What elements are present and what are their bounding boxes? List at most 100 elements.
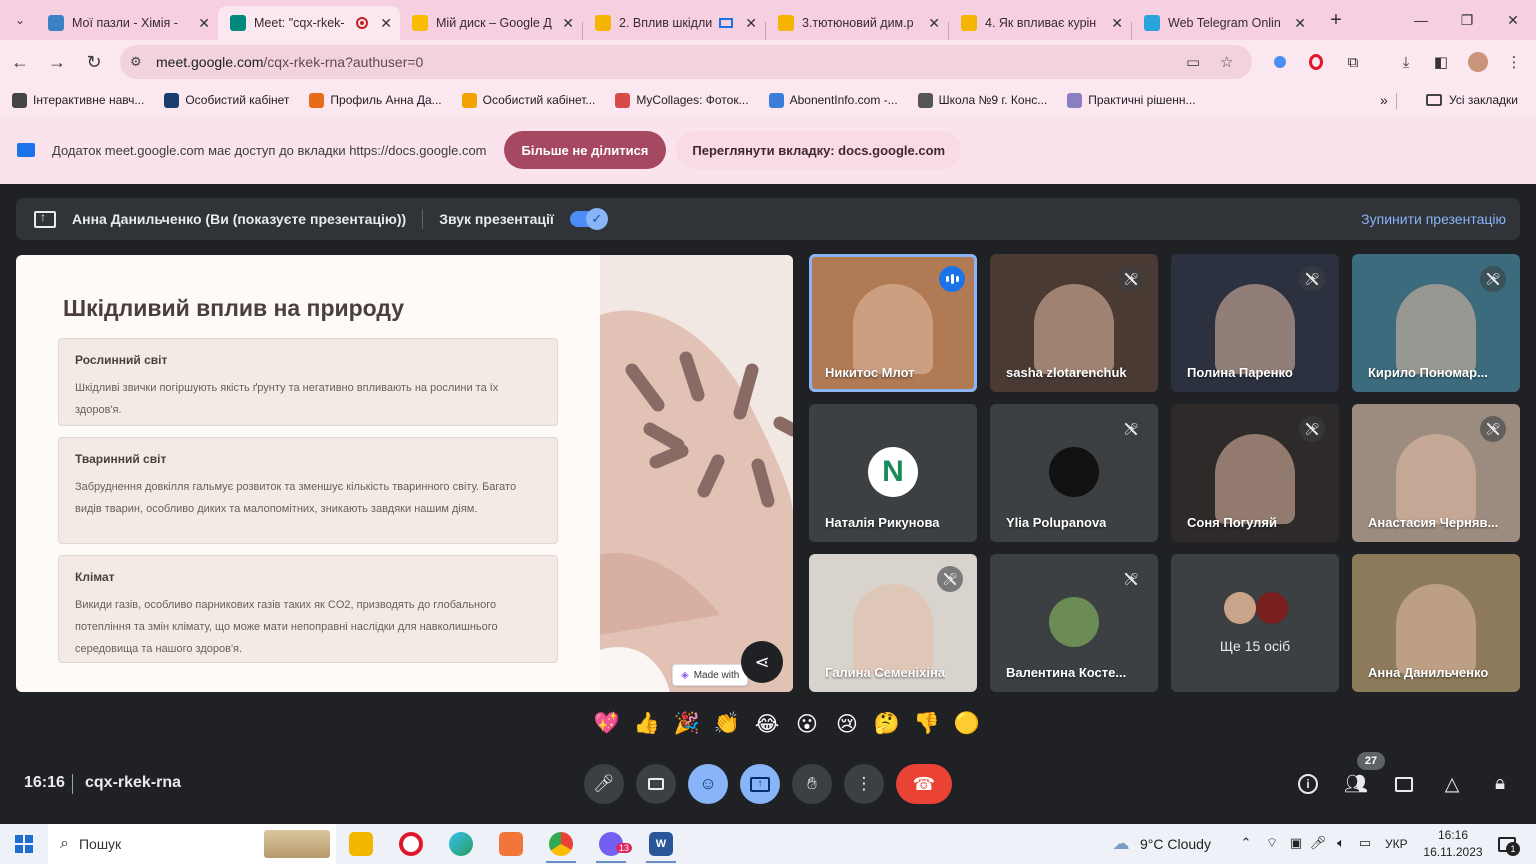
bookmark-star-icon[interactable]: ☆ bbox=[1220, 53, 1233, 71]
chat-button[interactable] bbox=[1391, 771, 1417, 797]
reaction-emoji[interactable]: 🎉 bbox=[667, 712, 707, 736]
reaction-emoji[interactable]: 😮 bbox=[787, 712, 827, 737]
participant-tile[interactable]: 🎤︎ Валентина Косте... bbox=[990, 554, 1158, 692]
notification-center-icon[interactable]: 1 bbox=[1494, 832, 1520, 856]
weather-text[interactable]: 9°C Cloudy bbox=[1140, 836, 1211, 852]
participant-tile[interactable]: N Наталія Рикунова bbox=[809, 404, 977, 542]
presentation-audio-toggle[interactable]: ✓ bbox=[569, 208, 608, 230]
browser-tab[interactable]: 3.тютюновий дим.р ✕ bbox=[766, 6, 948, 40]
opera-extension-icon[interactable] bbox=[1306, 52, 1326, 72]
stop-presenting-button[interactable]: Зупинити презентацію bbox=[1361, 211, 1506, 227]
bookmark-item[interactable]: MyCollages: Фоток... bbox=[615, 92, 749, 108]
participant-tile[interactable]: 🎤︎ Соня Погуляй bbox=[1171, 404, 1339, 542]
camera-in-use-icon[interactable]: ▭ bbox=[1186, 53, 1200, 71]
close-tab-icon[interactable]: ✕ bbox=[380, 15, 392, 32]
close-tab-icon[interactable]: ✕ bbox=[562, 15, 574, 32]
address-bar[interactable]: ⚙ meet.google.com/cqx-rkek-rna?authuser=… bbox=[120, 45, 1252, 79]
browser-tab[interactable]: Мої пазли - Хімія - ✕ bbox=[36, 6, 218, 40]
taskbar-word[interactable]: W bbox=[636, 824, 686, 864]
taskbar-opera[interactable] bbox=[386, 824, 436, 864]
taskbar-edge[interactable] bbox=[436, 824, 486, 864]
reaction-emoji[interactable]: 😢 bbox=[827, 712, 867, 737]
microphone-tray-icon[interactable]: 🎤︎ bbox=[1308, 833, 1328, 853]
all-bookmarks-folder[interactable]: Усі закладки bbox=[1426, 93, 1518, 107]
more-options-button[interactable]: ⋮ bbox=[844, 764, 884, 804]
made-with-badge[interactable]: ◈ Made with bbox=[672, 664, 749, 686]
browser-tab[interactable]: 4. Як впливає курін ✕ bbox=[949, 6, 1131, 40]
bookmark-item[interactable]: Особистий кабінет... bbox=[461, 92, 595, 108]
profile-avatar[interactable] bbox=[1468, 52, 1488, 72]
participant-tile[interactable]: Анна Данильченко bbox=[1352, 554, 1520, 692]
network-icon[interactable]: ▣ bbox=[1286, 833, 1306, 853]
reaction-emoji[interactable]: 👏 bbox=[707, 712, 747, 736]
input-language[interactable]: УКР bbox=[1385, 837, 1408, 851]
side-panel-icon[interactable]: ◧ bbox=[1431, 52, 1451, 72]
extension-dot-icon[interactable] bbox=[1270, 52, 1290, 72]
browser-tab[interactable]: 2. Вплив шкідли ✕ bbox=[583, 6, 765, 40]
close-tab-icon[interactable]: ✕ bbox=[1111, 15, 1123, 32]
meeting-details-button[interactable]: i bbox=[1295, 771, 1321, 797]
taskbar-chrome[interactable] bbox=[536, 824, 586, 864]
tab-search-button[interactable]: ⌄ bbox=[4, 4, 36, 36]
raise-hand-button[interactable]: ✋︎ bbox=[792, 764, 832, 804]
participant-tile[interactable]: 🎤︎ Кирило Пономар... bbox=[1352, 254, 1520, 392]
minimize-button[interactable]: — bbox=[1398, 0, 1444, 40]
reaction-emoji[interactable]: 😂 bbox=[747, 712, 787, 737]
downloads-icon[interactable]: ⤓ bbox=[1396, 52, 1416, 72]
forward-button[interactable]: → bbox=[40, 45, 74, 79]
taskbar-clock[interactable]: 16:16 16.11.2023 bbox=[1420, 827, 1486, 861]
reaction-emoji[interactable]: 💖 bbox=[587, 712, 627, 736]
participant-tile[interactable]: Никитос Млот bbox=[809, 254, 977, 392]
bookmark-item[interactable]: Практичні рішенн... bbox=[1067, 92, 1196, 108]
browser-tab[interactable]: Web Telegram Onlin ✕ bbox=[1132, 6, 1314, 40]
participant-tile[interactable]: 🎤︎ Ylia Polupanova bbox=[990, 404, 1158, 542]
taskbar-viber[interactable]: 13 bbox=[586, 824, 636, 864]
leave-call-button[interactable]: ☎︎ bbox=[896, 764, 952, 804]
close-tab-icon[interactable]: ✕ bbox=[1294, 15, 1306, 32]
close-tab-icon[interactable]: ✕ bbox=[198, 15, 210, 32]
close-tab-icon[interactable]: ✕ bbox=[928, 15, 940, 32]
wifi-icon[interactable]: ⌔ bbox=[1262, 833, 1282, 853]
taskbar-file-explorer[interactable] bbox=[336, 824, 386, 864]
new-tab-button[interactable]: + bbox=[1322, 6, 1350, 34]
back-button[interactable]: ← bbox=[3, 45, 37, 79]
activities-button[interactable]: △ bbox=[1439, 771, 1465, 797]
extensions-puzzle-icon[interactable]: ⧉ bbox=[1343, 52, 1363, 72]
taskbar-app-orange[interactable] bbox=[486, 824, 536, 864]
host-controls-button[interactable]: 🔒︎ bbox=[1487, 771, 1513, 797]
battery-icon[interactable]: ▭ bbox=[1355, 833, 1375, 853]
present-now-button[interactable]: ↑ bbox=[740, 764, 780, 804]
microphone-button[interactable]: 🎤︎ bbox=[584, 764, 624, 804]
bookmark-item[interactable]: Профиль Анна Да... bbox=[309, 92, 442, 108]
bookmark-item[interactable]: Особистий кабінет bbox=[164, 92, 289, 108]
reload-button[interactable]: ↻ bbox=[77, 45, 111, 79]
participant-tile[interactable]: 🎤︎ sasha zlotarenchuk bbox=[990, 254, 1158, 392]
participant-tile[interactable]: 🎤︎ Анастасия Черняв... bbox=[1352, 404, 1520, 542]
close-tab-icon[interactable]: ✕ bbox=[745, 15, 757, 32]
reaction-emoji[interactable]: 🤔 bbox=[867, 712, 907, 736]
taskbar-search-box[interactable]: ⌕ Пошук bbox=[48, 824, 336, 864]
camera-button[interactable] bbox=[636, 764, 676, 804]
close-window-button[interactable]: ✕ bbox=[1490, 0, 1536, 40]
more-participants-tile[interactable]: Ще 15 осіб bbox=[1171, 554, 1339, 692]
site-info-icon[interactable]: ⚙ bbox=[130, 54, 156, 70]
participant-tile[interactable]: 🎤︎ Полина Паренко bbox=[1171, 254, 1339, 392]
share-icon[interactable]: ⋖ bbox=[741, 641, 783, 683]
browser-tab[interactable]: Мій диск – Google Д ✕ bbox=[400, 6, 582, 40]
start-button[interactable] bbox=[0, 824, 48, 864]
people-button[interactable]: 👥︎ bbox=[1343, 771, 1369, 797]
browser-menu-icon[interactable]: ⋮ bbox=[1504, 52, 1524, 72]
maximize-button[interactable]: ❐ bbox=[1444, 0, 1490, 40]
bookmark-item[interactable]: Інтерактивне навч... bbox=[12, 92, 144, 108]
reaction-emoji[interactable]: 👍 bbox=[627, 712, 667, 736]
stop-sharing-button[interactable]: Більше не ділитися bbox=[503, 131, 667, 169]
reactions-button[interactable]: ☺ bbox=[688, 764, 728, 804]
participant-tile[interactable]: 🎤︎ Галина Семеніхіна bbox=[809, 554, 977, 692]
browser-tab[interactable]: Meet: "cqx-rkek- ✕ bbox=[218, 6, 400, 40]
volume-icon[interactable]: 🔈︎ bbox=[1331, 833, 1351, 853]
chevron-up-icon[interactable]: ⌃ bbox=[1236, 833, 1256, 853]
bookmark-item[interactable]: AbonentInfo.com -... bbox=[768, 92, 898, 108]
bookmark-item[interactable]: Школа №9 г. Конс... bbox=[917, 92, 1047, 108]
view-shared-tab-button[interactable]: Переглянути вкладку: docs.google.com bbox=[676, 131, 962, 169]
reaction-emoji[interactable]: 👎 bbox=[907, 712, 947, 736]
